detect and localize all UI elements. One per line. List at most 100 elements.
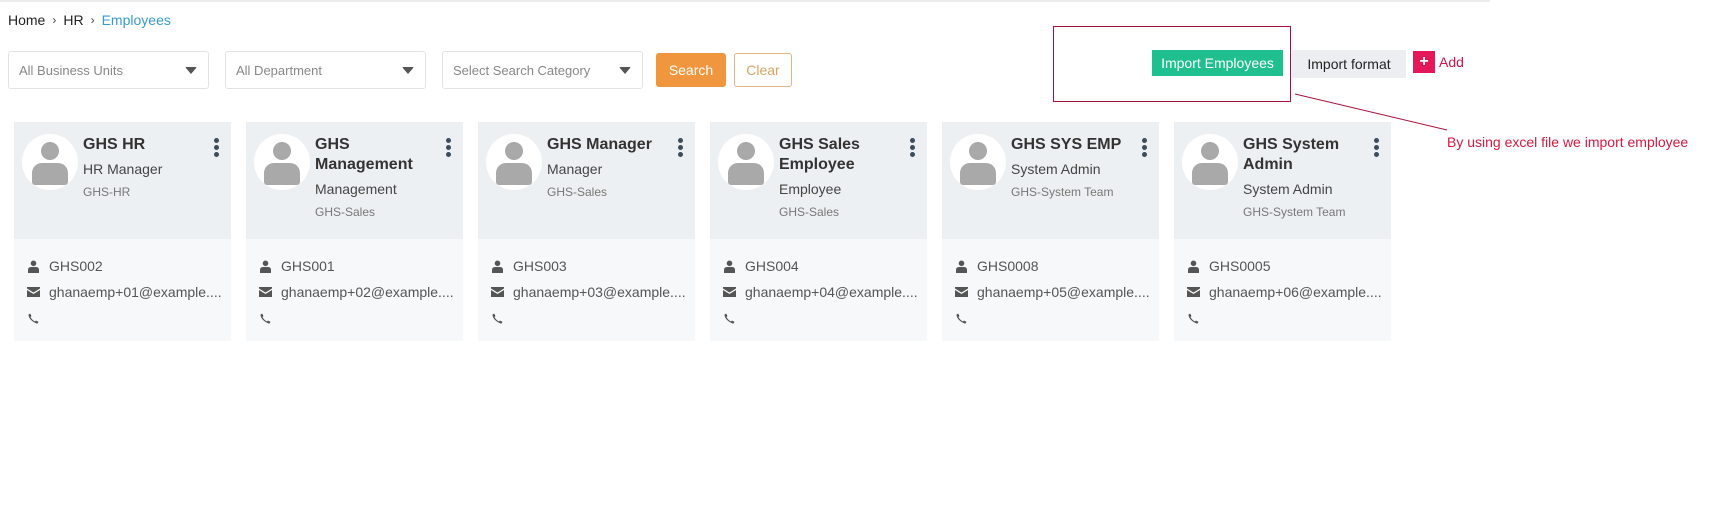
employee-name[interactable]: GHS Management (315, 135, 433, 175)
employee-code-row: GHS0008 (942, 253, 1159, 279)
phone-icon (258, 311, 272, 325)
import-employees-button[interactable]: Import Employees (1152, 50, 1283, 76)
employee-email[interactable]: ghanaemp+01@example.... (49, 284, 222, 300)
employee-role: Management (315, 181, 397, 197)
phone-icon (1186, 311, 1200, 325)
employee-unit: GHS-System Team (1243, 205, 1346, 219)
employee-card[interactable]: GHS Sales Employee Employee GHS-Sales GH… (710, 122, 927, 341)
employee-code: GHS004 (745, 258, 799, 274)
more-options-icon[interactable] (446, 138, 451, 157)
employee-name[interactable]: GHS System Admin (1243, 135, 1361, 175)
employee-code-row: GHS002 (14, 253, 231, 279)
employee-code-row: GHS0005 (1174, 253, 1391, 279)
employee-name[interactable]: GHS Sales Employee (779, 135, 897, 175)
employee-card-details: GHS0008 ghanaemp+05@example.... (942, 239, 1159, 341)
employee-phone-row (478, 305, 695, 331)
phone-icon (26, 311, 40, 325)
employee-card[interactable]: GHS HR HR Manager GHS-HR GHS002 ghanaemp… (14, 122, 231, 341)
employee-card-header: GHS Manager Manager GHS-Sales (478, 122, 695, 239)
employee-code-row: GHS003 (478, 253, 695, 279)
user-silhouette-head (1201, 142, 1219, 160)
avatar (950, 134, 1006, 190)
employee-card-header: GHS System Admin System Admin GHS-System… (1174, 122, 1391, 239)
employee-phone-row (942, 305, 1159, 331)
breadcrumb-separator-icon: › (52, 13, 57, 27)
add-label: Add (1439, 54, 1464, 70)
top-divider (0, 0, 1490, 2)
avatar (718, 134, 774, 190)
more-options-icon[interactable] (678, 138, 683, 157)
employee-card[interactable]: GHS Manager Manager GHS-Sales GHS003 gha… (478, 122, 695, 341)
employee-card[interactable]: GHS Management Management GHS-Sales GHS0… (246, 122, 463, 341)
user-silhouette-body (1192, 163, 1228, 185)
user-silhouette-body (960, 163, 996, 185)
caret-down-icon (185, 67, 197, 74)
business-unit-select[interactable]: All Business Units (8, 51, 209, 89)
caret-down-icon (619, 67, 631, 74)
employee-phone-row (1174, 305, 1391, 331)
employee-card-header: GHS Sales Employee Employee GHS-Sales (710, 122, 927, 239)
employee-card-header: GHS HR HR Manager GHS-HR (14, 122, 231, 239)
avatar (254, 134, 310, 190)
envelope-icon (490, 285, 504, 299)
employee-phone-row (710, 305, 927, 331)
user-silhouette-body (264, 163, 300, 185)
search-button[interactable]: Search (656, 53, 726, 87)
employee-card[interactable]: GHS SYS EMP System Admin GHS-System Team… (942, 122, 1159, 341)
more-options-icon[interactable] (1374, 138, 1379, 157)
user-silhouette-head (273, 142, 291, 160)
envelope-icon (954, 285, 968, 299)
employee-email[interactable]: ghanaemp+04@example.... (745, 284, 918, 300)
clear-button[interactable]: Clear (734, 53, 792, 87)
department-select[interactable]: All Department (225, 51, 426, 89)
employee-code: GHS0008 (977, 258, 1039, 274)
envelope-icon (722, 285, 736, 299)
employee-code-row: GHS004 (710, 253, 927, 279)
employee-code: GHS002 (49, 258, 103, 274)
search-category-select[interactable]: Select Search Category (442, 51, 643, 89)
employee-card-header: GHS SYS EMP System Admin GHS-System Team (942, 122, 1159, 239)
envelope-icon (258, 285, 272, 299)
employee-code: GHS0005 (1209, 258, 1271, 274)
employee-role: HR Manager (83, 161, 163, 177)
employee-email-row: ghanaemp+02@example.... (246, 279, 463, 305)
employee-name[interactable]: GHS HR (83, 135, 201, 155)
employee-email[interactable]: ghanaemp+06@example.... (1209, 284, 1382, 300)
caret-down-icon (402, 67, 414, 74)
employee-email[interactable]: ghanaemp+03@example.... (513, 284, 686, 300)
user-silhouette-head (505, 142, 523, 160)
user-silhouette-body (728, 163, 764, 185)
employee-email-row: ghanaemp+06@example.... (1174, 279, 1391, 305)
user-silhouette-head (737, 142, 755, 160)
employee-unit: GHS-Sales (547, 185, 608, 199)
employee-info: GHS System Admin System Admin GHS-System… (1243, 135, 1361, 219)
more-options-icon[interactable] (214, 138, 219, 157)
employee-unit: GHS-Sales (779, 205, 840, 219)
breadcrumb-employees: Employees (101, 12, 171, 28)
breadcrumb-hr[interactable]: HR (63, 12, 83, 28)
employee-email-row: ghanaemp+03@example.... (478, 279, 695, 305)
phone-icon (954, 311, 968, 325)
breadcrumb-separator-icon: › (90, 13, 95, 27)
plus-icon: + (1413, 51, 1435, 73)
employee-card[interactable]: GHS System Admin System Admin GHS-System… (1174, 122, 1391, 341)
more-options-icon[interactable] (1142, 138, 1147, 157)
employee-name[interactable]: GHS SYS EMP (1011, 135, 1129, 155)
user-icon (258, 259, 272, 273)
phone-icon (490, 311, 504, 325)
more-options-icon[interactable] (910, 138, 915, 157)
employee-info: GHS SYS EMP System Admin GHS-System Team (1011, 135, 1129, 199)
import-format-button[interactable]: Import format (1292, 50, 1406, 78)
avatar (22, 134, 78, 190)
phone-icon (722, 311, 736, 325)
employee-name[interactable]: GHS Manager (547, 135, 665, 155)
employee-email[interactable]: ghanaemp+02@example.... (281, 284, 454, 300)
add-employee-button[interactable]: + Add (1413, 51, 1464, 73)
employee-role: System Admin (1243, 181, 1333, 197)
breadcrumb-home[interactable]: Home (8, 12, 45, 28)
employee-email[interactable]: ghanaemp+05@example.... (977, 284, 1150, 300)
employee-info: GHS Management Management GHS-Sales (315, 135, 433, 219)
employee-unit: GHS-Sales (315, 205, 376, 219)
employee-card-details: GHS0005 ghanaemp+06@example.... (1174, 239, 1391, 341)
employee-card-details: GHS001 ghanaemp+02@example.... (246, 239, 463, 341)
